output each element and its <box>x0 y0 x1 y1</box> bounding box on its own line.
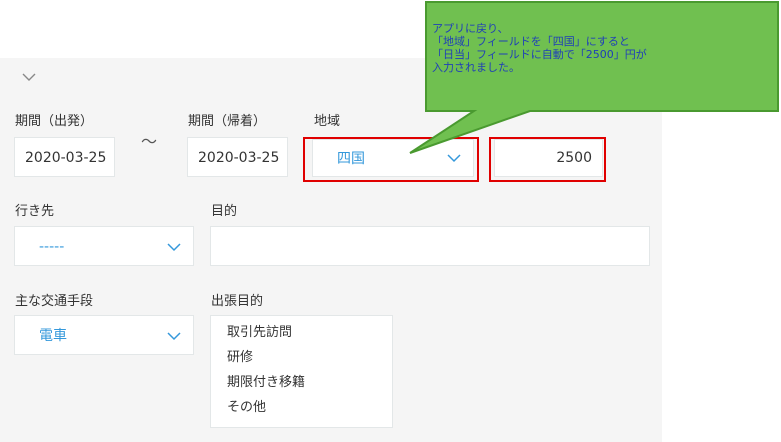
region-highlight-box <box>303 137 479 182</box>
trip-purpose-multiselect[interactable]: 取引先訪問 研修 期限付き移籍 その他 <box>210 315 393 428</box>
period-start-input[interactable]: 2020-03-25 <box>14 137 115 177</box>
period-start-label: 期間（出発） <box>15 114 94 129</box>
transport-select[interactable]: 電車 <box>14 315 194 355</box>
range-separator: ～ <box>141 132 158 151</box>
transport-select-value: 電車 <box>39 328 67 344</box>
destination-label: 行き先 <box>15 204 55 219</box>
region-label: 地域 <box>314 114 341 129</box>
chevron-down-icon <box>167 332 181 341</box>
trip-purpose-option[interactable]: 研修 <box>211 345 392 370</box>
callout-line: アプリに戻り、 <box>432 22 509 35</box>
destination-select[interactable]: ----- <box>14 226 194 266</box>
chevron-down-icon <box>167 243 181 252</box>
trip-purpose-option[interactable]: その他 <box>211 395 392 420</box>
period-end-input[interactable]: 2020-03-25 <box>187 137 288 177</box>
destination-select-value: ----- <box>39 239 65 255</box>
trip-purpose-label: 出張目的 <box>211 294 264 309</box>
trip-purpose-option[interactable]: 取引先訪問 <box>211 320 392 345</box>
purpose-label: 目的 <box>211 204 238 219</box>
collapse-chevron-icon[interactable] <box>20 70 38 84</box>
period-end-label: 期間（帰着） <box>188 114 267 129</box>
transport-label: 主な交通手段 <box>15 294 94 309</box>
callout-line: 「地域」フィールドを「四国」にすると <box>432 35 630 48</box>
callout-line: 入力されました。 <box>432 61 520 74</box>
purpose-input[interactable] <box>210 226 650 266</box>
callout-line: 「日当」フィールドに自動で「2500」円が <box>432 48 647 61</box>
callout-text: アプリに戻り、 「地域」フィールドを「四国」にすると 「日当」フィールドに自動で「2… <box>432 22 752 74</box>
allowance-highlight-box <box>489 137 606 182</box>
trip-purpose-option[interactable]: 期限付き移籍 <box>211 370 392 395</box>
